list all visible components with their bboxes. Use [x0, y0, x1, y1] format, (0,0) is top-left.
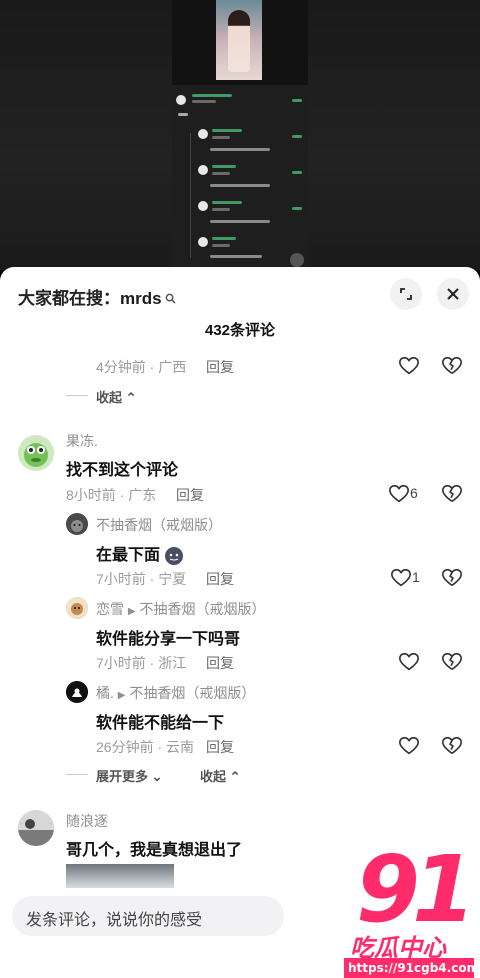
watermark-logo: 91 吃瓜中心 https://91cgb4.com — [344, 836, 480, 978]
comment-input[interactable]: 发条评论，说说你的感受 — [12, 896, 284, 936]
reply-button[interactable]: 回复 — [206, 653, 234, 673]
reply-meta: 7小时前 · 宁夏 — [96, 571, 187, 587]
like-heart-icon[interactable] — [398, 651, 420, 673]
comment-text: 哥几个，我是真想退出了 — [66, 842, 243, 859]
comment-author[interactable]: 果冻. — [66, 431, 98, 451]
collapse-replies-button[interactable]: 收起 ⌃ — [96, 387, 137, 406]
emoji-icon — [164, 546, 184, 566]
photo-avatar-icon — [18, 810, 54, 846]
fullscreen-button[interactable] — [390, 278, 422, 310]
reply-author[interactable]: 不抽香烟（戒烟版） — [96, 515, 222, 535]
expand-label: 展开更多 — [96, 769, 149, 784]
reply-button[interactable]: 回复 — [206, 569, 234, 589]
divider — [66, 774, 88, 775]
comment-meta: 4分钟前 · 广西 — [96, 359, 187, 375]
dislike-broken-heart-icon[interactable] — [441, 483, 463, 505]
frog-avatar-icon — [24, 443, 48, 467]
like-heart-icon[interactable] — [398, 355, 420, 377]
dislike-broken-heart-icon[interactable] — [441, 735, 463, 757]
dog-avatar-icon — [66, 597, 88, 619]
avatar[interactable] — [18, 810, 54, 846]
reply-text-content: 在最下面 — [96, 547, 161, 564]
dislike-broken-heart-icon[interactable] — [441, 651, 463, 673]
chevron-up-icon: ⌃ — [125, 390, 137, 405]
character-avatar-icon — [66, 681, 88, 703]
comment-input-placeholder: 发条评论，说说你的感受 — [26, 912, 203, 929]
comment-count-title: 432条评论 — [204, 322, 276, 339]
search-keyword[interactable]: mrds — [120, 289, 162, 308]
reply-target[interactable]: 不抽香烟（戒烟版） — [129, 685, 255, 701]
close-icon — [447, 288, 459, 300]
reply-arrow-icon: ▶ — [127, 606, 136, 617]
reply-author-line: 恋雪 ▶ 不抽香烟（戒烟版） — [96, 599, 265, 619]
embedded-comment-screenshot — [172, 85, 308, 270]
reply-text: 在最下面 — [96, 541, 184, 566]
search-suggestion[interactable]: 大家都在搜：mrds — [18, 284, 176, 309]
avatar[interactable] — [66, 513, 88, 535]
like-heart-icon[interactable] — [398, 735, 420, 757]
divider — [66, 395, 88, 396]
reply-button[interactable]: 回复 — [206, 357, 234, 377]
cat-avatar-icon — [66, 513, 88, 535]
watermark-url: https://91cgb4.com — [344, 958, 479, 978]
reply-author[interactable]: 恋雪 — [96, 601, 124, 617]
reply-text: 软件能不能给一下 — [96, 715, 225, 732]
dislike-broken-heart-icon[interactable] — [441, 355, 463, 377]
fullscreen-icon — [400, 288, 412, 300]
like-heart-icon[interactable] — [390, 567, 412, 589]
reply-text: 软件能分享一下吗哥 — [96, 631, 241, 648]
collapse-label: 收起 — [96, 390, 123, 405]
dislike-broken-heart-icon[interactable] — [441, 567, 463, 589]
comment-meta: 8小时前 · 广东 — [66, 487, 157, 503]
comment-text: 找不到这个评论 — [66, 462, 179, 479]
collapse-label: 收起 — [200, 769, 227, 784]
reply-meta: 7小时前 · 浙江 — [96, 655, 187, 671]
reply-author[interactable]: 橘. — [96, 685, 114, 701]
watermark-number: 91 — [356, 836, 476, 943]
avatar[interactable] — [66, 681, 88, 703]
avatar[interactable] — [18, 435, 54, 471]
like-count: 6 — [410, 485, 418, 501]
chevron-down-icon: ⌄ — [151, 769, 163, 784]
video-thumbnail — [216, 0, 262, 80]
like-count: 1 — [412, 569, 420, 585]
reply-author-line: 橘. ▶ 不抽香烟（戒烟版） — [96, 683, 255, 703]
reply-arrow-icon: ▶ — [117, 690, 126, 701]
search-icon — [162, 293, 176, 307]
reply-target[interactable]: 不抽香烟（戒烟版） — [139, 601, 265, 617]
comment-image[interactable] — [66, 864, 174, 888]
expand-more-button[interactable]: 展开更多 ⌄ — [96, 766, 163, 785]
close-button[interactable] — [437, 278, 469, 310]
reply-button[interactable]: 回复 — [206, 737, 234, 757]
reply-button[interactable]: 回复 — [176, 485, 204, 505]
like-heart-icon[interactable] — [388, 483, 410, 505]
video-background — [0, 0, 480, 270]
avatar[interactable] — [66, 597, 88, 619]
search-hint-prefix: 大家都在搜： — [18, 289, 120, 308]
comment-author[interactable]: 随浪逐 — [66, 811, 108, 831]
reply-meta: 26分钟前 · 云南 — [96, 739, 195, 755]
collapse-replies-button[interactable]: 收起 ⌃ — [200, 766, 241, 785]
chevron-up-icon: ⌃ — [229, 769, 241, 784]
